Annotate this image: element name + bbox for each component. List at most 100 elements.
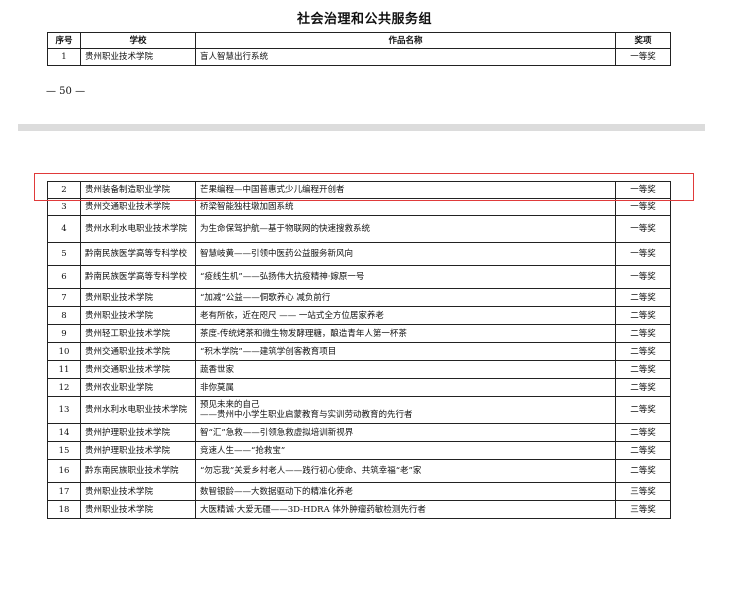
cell-work: 智“汇”急救——引领急救虚拟培训新视界 — [195, 423, 616, 442]
table-row: 8 贵州职业技术学院 老有所依，近在咫尺 —— 一站式全方位居家养老 二等奖 — [47, 306, 671, 325]
cell-award: 二等奖 — [615, 423, 671, 442]
cell-school: 贵州职业技术学院 — [80, 500, 196, 519]
cell-school: 贵州交通职业技术学院 — [80, 360, 196, 379]
cell-no: 1 — [47, 48, 81, 66]
cell-work: 为生命保驾护航—基于物联网的快速搜救系统 — [195, 215, 616, 243]
header-school: 学校 — [80, 32, 196, 49]
cell-award: 一等奖 — [615, 215, 671, 243]
cell-school: 贵州水利水电职业技术学院 — [80, 215, 196, 243]
cell-school: 贵州职业技术学院 — [80, 288, 196, 307]
cell-work: 智慧岐黄——引领中医药公益服务新风向 — [195, 242, 616, 266]
cell-no: 9 — [47, 324, 81, 343]
cell-work: 预见未来的自己 ——贵州中小学生职业启蒙教育与实训劳动教育的先行者 — [195, 396, 616, 424]
cell-award: 二等奖 — [615, 342, 671, 361]
award-table-top: 序号 学校 作品名称 奖项 1 贵州职业技术学院 盲人智慧出行系统 一等奖 — [47, 32, 671, 66]
table-row: 18 贵州职业技术学院 大医精诚·大爱无疆——3D-HDRA 体外肿瘤药敏检测先行者… — [47, 500, 671, 519]
cell-award: 一等奖 — [615, 242, 671, 266]
cell-school: 黔东南民族职业技术学院 — [80, 459, 196, 483]
table-row: 10 贵州交通职业技术学院 “积木学院”——建筑学创客教育项目 二等奖 — [47, 342, 671, 361]
cell-award: 三等奖 — [615, 500, 671, 519]
cell-school: 贵州职业技术学院 — [80, 482, 196, 501]
cell-school: 贵州交通职业技术学院 — [80, 198, 196, 216]
cell-award: 一等奖 — [615, 48, 671, 66]
cell-work: “勿忘我”关爱乡村老人——践行初心使命、共筑幸福“老”家 — [195, 459, 616, 483]
section-title: 社会治理和公共服务组 — [296, 12, 432, 27]
cell-award: 三等奖 — [615, 482, 671, 501]
cell-school: 贵州水利水电职业技术学院 — [80, 396, 196, 424]
cell-award: 二等奖 — [615, 441, 671, 460]
table-row: 16 黔东南民族职业技术学院 “勿忘我”关爱乡村老人——践行初心使命、共筑幸福“老”… — [47, 459, 671, 483]
cell-no: 18 — [47, 500, 81, 519]
header-award: 奖项 — [615, 32, 671, 49]
cell-work: 非你莫属 — [195, 378, 616, 397]
cell-work: 桥梁智能独柱墩加固系统 — [195, 198, 616, 216]
table-row: 5 黔南民族医学高等专科学校 智慧岐黄——引领中医药公益服务新风向 一等奖 — [47, 242, 671, 266]
cell-no: 10 — [47, 342, 81, 361]
cell-work: “疫线生机”——弘扬伟大抗疫精神·嫁原一号 — [195, 265, 616, 289]
cell-work: 竞速人生——“抢救宝” — [195, 441, 616, 460]
cell-work: 蔬香世家 — [195, 360, 616, 379]
cell-school: 贵州护理职业技术学院 — [80, 423, 196, 442]
cell-no: 7 — [47, 288, 81, 307]
table-row: 2 贵州装备制造职业学院 芒果编程—中国普惠式少儿编程开创者 一等奖 — [47, 181, 671, 199]
table-row: 12 贵州农业职业学院 非你莫属 二等奖 — [47, 378, 671, 397]
cell-school: 贵州装备制造职业学院 — [80, 181, 196, 199]
table-row: 3 贵州交通职业技术学院 桥梁智能独柱墩加固系统 一等奖 — [47, 198, 671, 216]
cell-award: 一等奖 — [615, 265, 671, 289]
header-no: 序号 — [47, 32, 81, 49]
table-row: 1 贵州职业技术学院 盲人智慧出行系统 一等奖 — [47, 48, 671, 66]
award-table-continued: 2 贵州装备制造职业学院 芒果编程—中国普惠式少儿编程开创者 一等奖 3 贵州交通职业技术… — [47, 181, 671, 519]
cell-work: 芒果编程—中国普惠式少儿编程开创者 — [195, 181, 616, 199]
table-row: 13 贵州水利水电职业技术学院 预见未来的自己 ——贵州中小学生职业启蒙教育与实训劳… — [47, 396, 671, 424]
cell-no: 13 — [47, 396, 81, 424]
cell-work: “加减”公益——侗歌养心 减负前行 — [195, 288, 616, 307]
cell-work: 老有所依，近在咫尺 —— 一站式全方位居家养老 — [195, 306, 616, 325]
table-row: 9 贵州轻工职业技术学院 茶度-传统烤茶和微生物发酵理糖，酿造青年人第一杯茶 二等奖 — [47, 324, 671, 343]
cell-no: 3 — [47, 198, 81, 216]
cell-award: 二等奖 — [615, 396, 671, 424]
cell-school: 贵州交通职业技术学院 — [80, 342, 196, 361]
cell-school: 贵州护理职业技术学院 — [80, 441, 196, 460]
cell-award: 二等奖 — [615, 288, 671, 307]
cell-award: 二等奖 — [615, 324, 671, 343]
cell-no: 14 — [47, 423, 81, 442]
cell-award: 二等奖 — [615, 306, 671, 325]
cell-award: 二等奖 — [615, 459, 671, 483]
table-row: 4 贵州水利水电职业技术学院 为生命保驾护航—基于物联网的快速搜救系统 一等奖 — [47, 215, 671, 243]
cell-no: 11 — [47, 360, 81, 379]
cell-no: 8 — [47, 306, 81, 325]
cell-school: 贵州职业技术学院 — [80, 48, 196, 66]
cell-no: 15 — [47, 441, 81, 460]
table-header-row: 序号 学校 作品名称 奖项 — [47, 32, 671, 49]
page-separator — [18, 124, 705, 131]
cell-school: 黔南民族医学高等专科学校 — [80, 265, 196, 289]
cell-award: 一等奖 — [615, 198, 671, 216]
cell-award: 二等奖 — [615, 378, 671, 397]
cell-award: 一等奖 — [615, 181, 671, 199]
cell-school: 贵州轻工职业技术学院 — [80, 324, 196, 343]
table-row: 17 贵州职业技术学院 数智银龄——大数据驱动下的精准化养老 三等奖 — [47, 482, 671, 501]
table-row: 7 贵州职业技术学院 “加减”公益——侗歌养心 减负前行 二等奖 — [47, 288, 671, 307]
cell-award: 二等奖 — [615, 360, 671, 379]
cell-no: 17 — [47, 482, 81, 501]
table-row: 15 贵州护理职业技术学院 竞速人生——“抢救宝” 二等奖 — [47, 441, 671, 460]
header-work: 作品名称 — [195, 32, 616, 49]
cell-no: 6 — [47, 265, 81, 289]
cell-work: 大医精诚·大爱无疆——3D-HDRA 体外肿瘤药敏检测先行者 — [195, 500, 616, 519]
cell-no: 4 — [47, 215, 81, 243]
page-number: — 50 — — [46, 86, 86, 97]
cell-no: 5 — [47, 242, 81, 266]
cell-no: 12 — [47, 378, 81, 397]
cell-work: 数智银龄——大数据驱动下的精准化养老 — [195, 482, 616, 501]
cell-work: 盲人智慧出行系统 — [195, 48, 616, 66]
cell-school: 黔南民族医学高等专科学校 — [80, 242, 196, 266]
cell-no: 16 — [47, 459, 81, 483]
table-row: 6 黔南民族医学高等专科学校 “疫线生机”——弘扬伟大抗疫精神·嫁原一号 一等奖 — [47, 265, 671, 289]
cell-school: 贵州职业技术学院 — [80, 306, 196, 325]
cell-work: 茶度-传统烤茶和微生物发酵理糖，酿造青年人第一杯茶 — [195, 324, 616, 343]
table-row: 14 贵州护理职业技术学院 智“汇”急救——引领急救虚拟培训新视界 二等奖 — [47, 423, 671, 442]
cell-no: 2 — [47, 181, 81, 199]
table-row: 11 贵州交通职业技术学院 蔬香世家 二等奖 — [47, 360, 671, 379]
cell-school: 贵州农业职业学院 — [80, 378, 196, 397]
cell-work: “积木学院”——建筑学创客教育项目 — [195, 342, 616, 361]
